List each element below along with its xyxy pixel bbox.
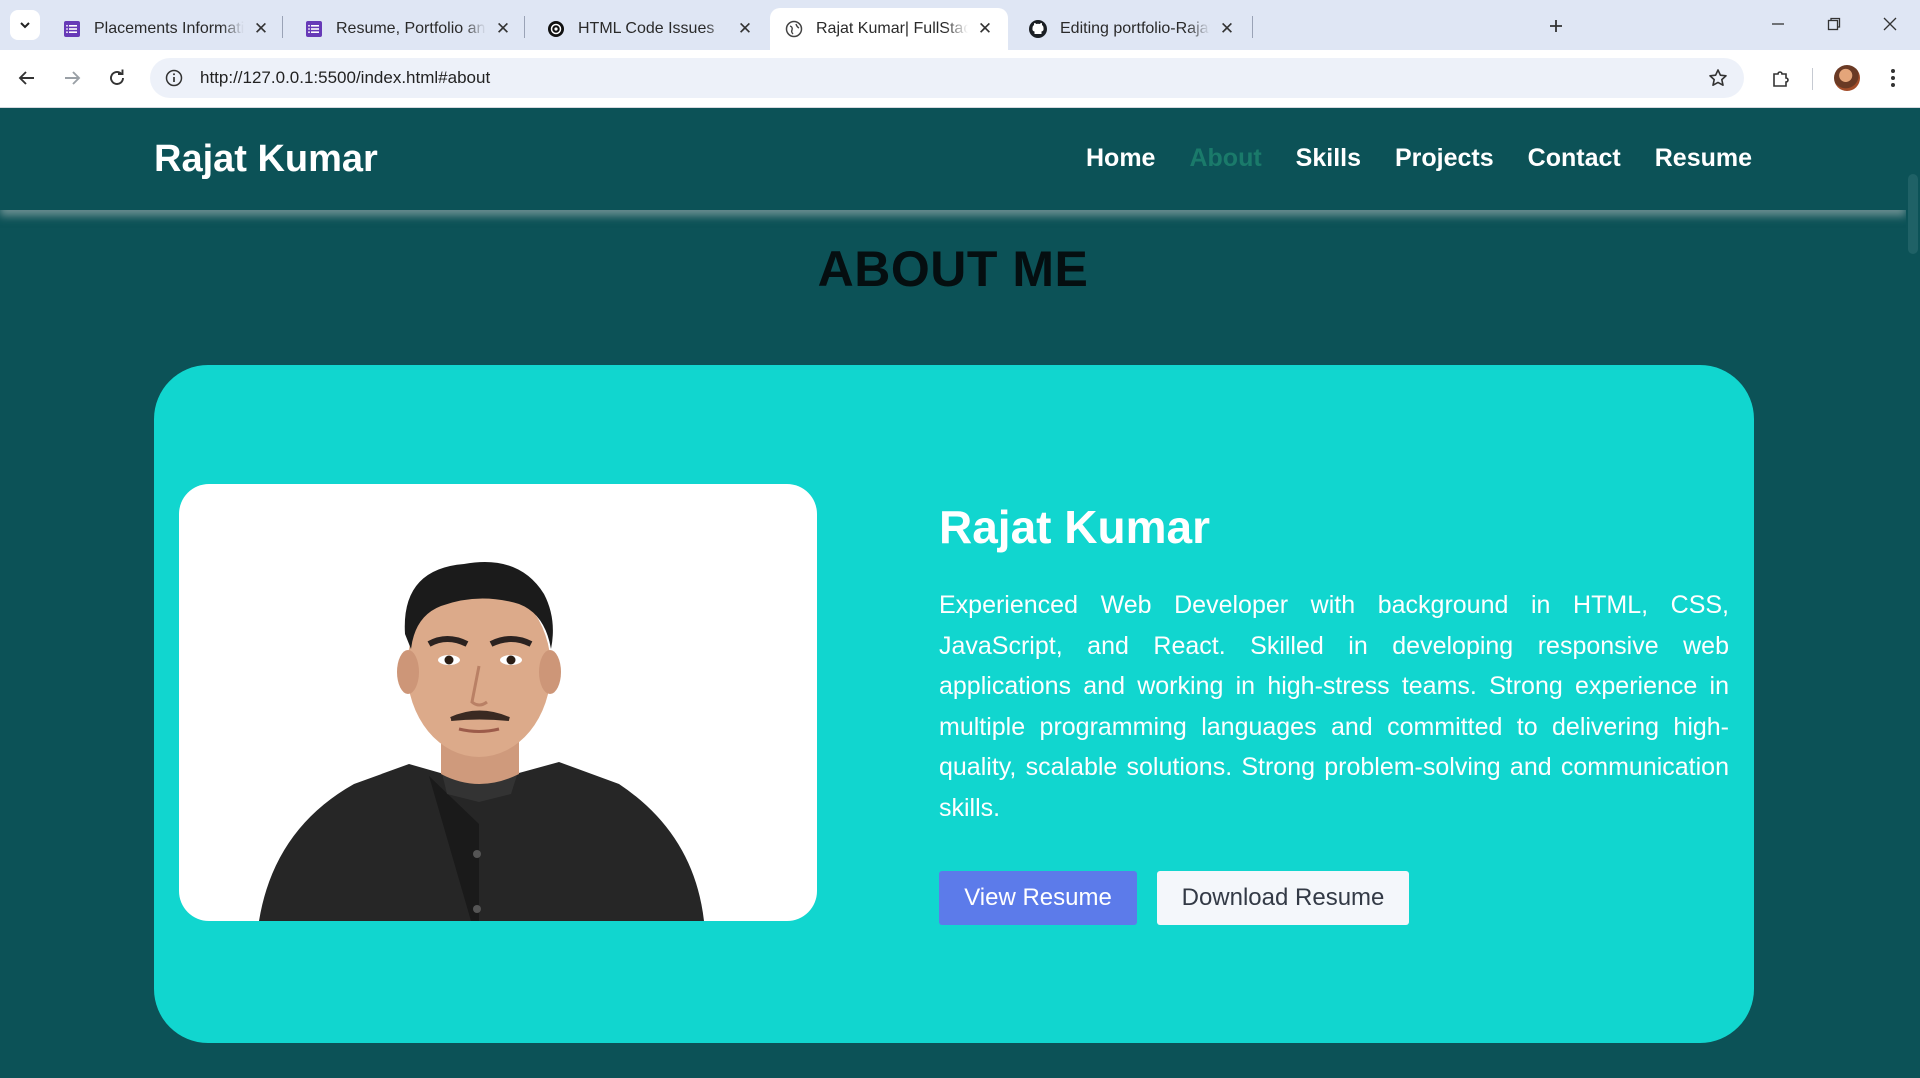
chatgpt-icon: [546, 19, 566, 39]
forward-button[interactable]: [56, 62, 88, 94]
scrollbar-thumb[interactable]: [1908, 174, 1918, 254]
nav-about[interactable]: About: [1189, 144, 1261, 173]
close-icon[interactable]: ✕: [252, 19, 270, 38]
page-scrollbar[interactable]: [1906, 108, 1920, 1078]
nav-skills[interactable]: Skills: [1296, 144, 1361, 173]
site-header: Rajat Kumar Home About Skills Projects C…: [0, 108, 1906, 210]
site-nav: Home About Skills Projects Contact Resum…: [1086, 144, 1752, 173]
tab-github-readme[interactable]: Editing portfolio-Rajat/READM ✕: [1014, 8, 1250, 50]
person-portrait-icon: [259, 562, 704, 921]
close-icon: [1883, 17, 1897, 31]
tab-separator: [524, 16, 525, 38]
profile-name: Rajat Kumar: [939, 501, 1210, 553]
tab-separator: [282, 16, 283, 38]
nav-resume[interactable]: Resume: [1655, 144, 1752, 173]
star-icon[interactable]: [1706, 66, 1730, 90]
toolbar-separator: [1812, 68, 1813, 90]
section-title: ABOUT ME: [817, 241, 1089, 297]
profile-bio: Experienced Web Developer with backgroun…: [939, 591, 1729, 822]
chevron-down-icon: [20, 22, 30, 29]
tab-html-code-issues[interactable]: HTML Code Issues ✕: [532, 8, 768, 50]
tab-title: Placements Information Form -: [94, 20, 244, 37]
page-viewport: Rajat Kumar Home About Skills Projects C…: [0, 108, 1906, 1078]
forms-icon: [62, 19, 82, 39]
tab-title: Resume, Portfolio and GitHub: [336, 20, 486, 37]
tab-search-button[interactable]: [10, 10, 40, 40]
restore-button[interactable]: [1806, 0, 1862, 48]
tab-portfolio-active[interactable]: Rajat Kumar| FullStack Develope ✕: [770, 8, 1008, 50]
globe-icon: [784, 19, 804, 39]
new-tab-button[interactable]: [1542, 12, 1570, 40]
close-window-button[interactable]: [1862, 0, 1918, 48]
back-button[interactable]: [11, 62, 43, 94]
extensions-button[interactable]: [1765, 62, 1797, 94]
github-icon: [1028, 19, 1048, 39]
browser-toolbar: http://127.0.0.1:5500/index.html#about: [0, 50, 1920, 108]
tab-title: HTML Code Issues: [578, 20, 715, 37]
puzzle-icon: [1773, 71, 1789, 87]
url-text[interactable]: http://127.0.0.1:5500/index.html#about: [200, 68, 490, 88]
arrow-right-icon: [65, 71, 81, 85]
minimize-button[interactable]: [1750, 0, 1806, 48]
more-vertical-icon: [1891, 69, 1895, 87]
site-brand[interactable]: Rajat Kumar: [154, 138, 378, 181]
arrow-left-icon: [18, 71, 34, 85]
download-resume-button[interactable]: Download Resume: [1157, 871, 1409, 925]
restore-icon: [1827, 17, 1841, 31]
menu-button[interactable]: [1877, 62, 1909, 94]
tab-strip: Placements Information Form - ✕ Resume, …: [0, 0, 1920, 50]
nav-projects[interactable]: Projects: [1395, 144, 1494, 173]
tab-title: Rajat Kumar| FullStack Develope: [816, 20, 968, 37]
profile-photo: [179, 484, 817, 921]
about-card: Rajat Kumar Experienced Web Developer wi…: [154, 365, 1754, 1043]
profile-avatar[interactable]: [1834, 65, 1860, 91]
minimize-icon: [1772, 23, 1784, 25]
close-icon[interactable]: ✕: [736, 19, 754, 38]
view-resume-button[interactable]: View Resume: [939, 871, 1137, 925]
close-icon[interactable]: ✕: [494, 19, 512, 38]
tab-resume-portfolio[interactable]: Resume, Portfolio and GitHub ✕: [290, 8, 526, 50]
reload-button[interactable]: [101, 62, 133, 94]
tab-title: Editing portfolio-Rajat/READM: [1060, 20, 1210, 37]
reload-icon: [110, 69, 124, 85]
tab-separator: [1252, 16, 1253, 38]
address-bar[interactable]: http://127.0.0.1:5500/index.html#about: [150, 58, 1744, 98]
site-info-icon[interactable]: [154, 58, 194, 98]
nav-contact[interactable]: Contact: [1528, 144, 1621, 173]
forms-icon: [304, 19, 324, 39]
close-icon[interactable]: ✕: [1218, 19, 1236, 38]
plus-icon: [1550, 20, 1562, 32]
tab-placements-form[interactable]: Placements Information Form - ✕: [48, 8, 284, 50]
close-icon[interactable]: ✕: [976, 19, 994, 38]
nav-home[interactable]: Home: [1086, 144, 1155, 173]
